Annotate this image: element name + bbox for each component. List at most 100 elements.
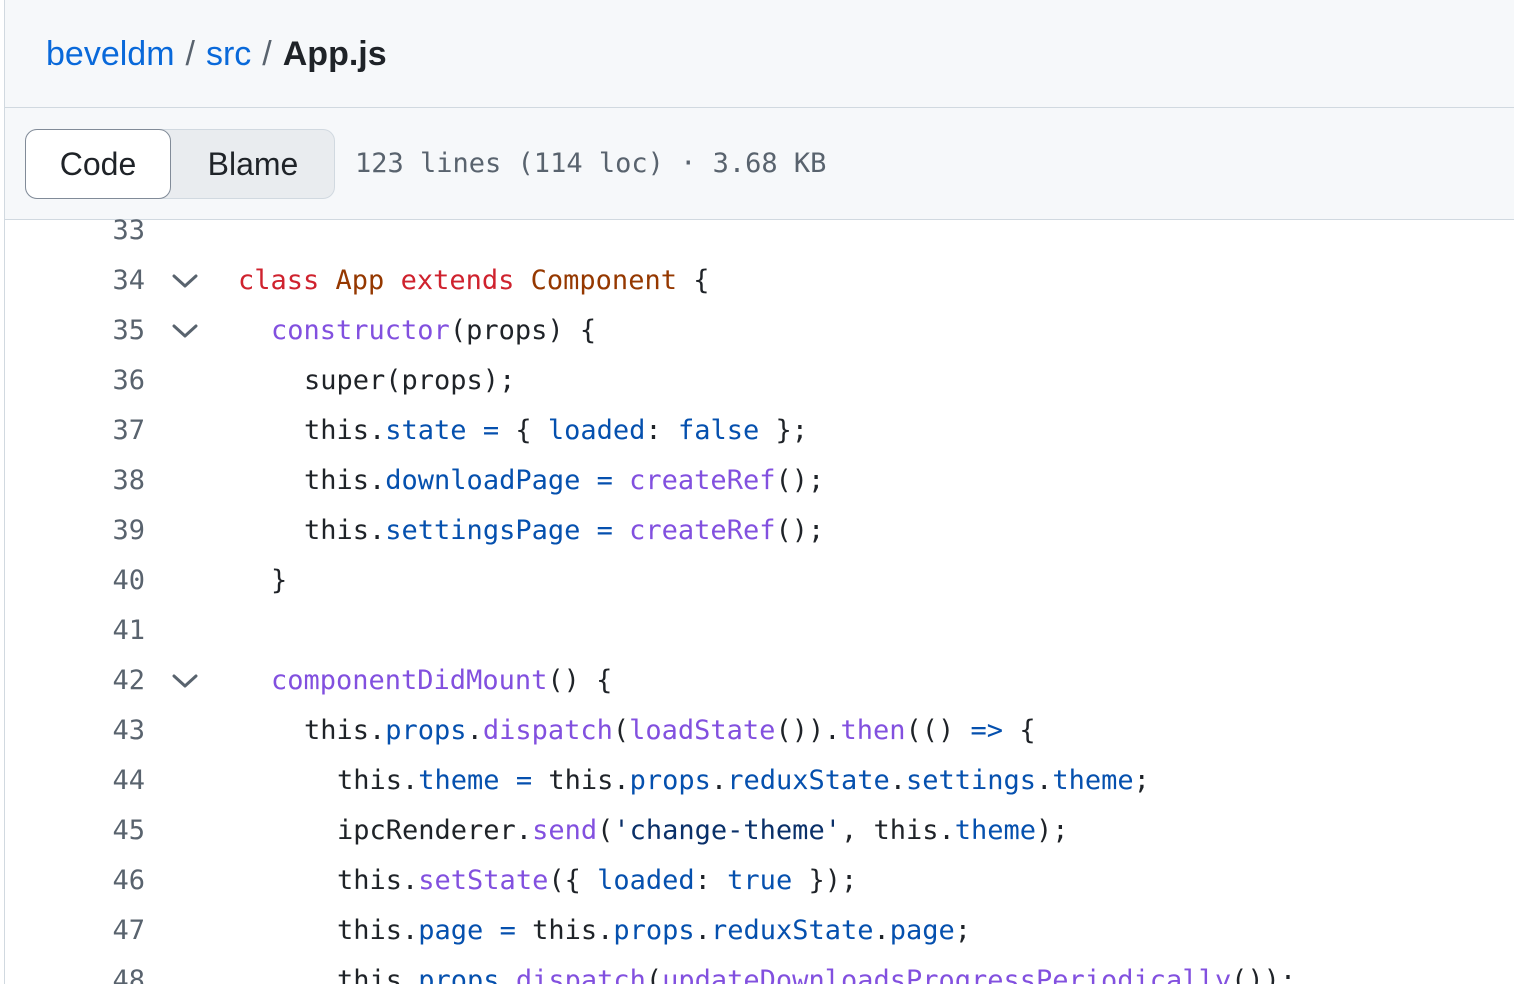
code-line: 38 this.downloadPage = createRef(); xyxy=(5,456,1514,506)
line-number[interactable]: 47 xyxy=(65,906,145,956)
code-token: this. xyxy=(337,865,419,896)
code-token: this. xyxy=(304,415,386,446)
code-token: { xyxy=(676,265,710,296)
code-token: theme xyxy=(418,765,500,796)
line-code: ipcRenderer.send('change-theme', this.th… xyxy=(337,806,1069,856)
line-code: this.theme = this.props.reduxState.setti… xyxy=(337,756,1150,806)
code-token: ( xyxy=(645,965,663,984)
line-number[interactable]: 44 xyxy=(65,756,145,806)
code-token: false xyxy=(677,415,760,446)
code-token: true xyxy=(727,865,793,896)
chevron-down-icon[interactable] xyxy=(171,669,199,693)
code-token: state xyxy=(385,415,467,446)
code-token: this. xyxy=(304,465,386,496)
code-token: . xyxy=(710,765,728,796)
code-token: page xyxy=(418,915,484,946)
line-number[interactable]: 34 xyxy=(65,256,145,306)
code-token: } xyxy=(271,565,288,596)
line-number[interactable]: 46 xyxy=(65,856,145,906)
breadcrumb-separator: / xyxy=(185,34,195,73)
file-meta: 123 lines (114 loc) · 3.68 KB xyxy=(355,148,827,179)
breadcrumb-folder-link[interactable]: src xyxy=(206,35,251,74)
code-line: 48 this.props.dispatch(updateDownloadsPro… xyxy=(5,956,1514,984)
line-code: this.page = this.props.reduxState.page; xyxy=(337,906,971,956)
code-token: ; xyxy=(1133,765,1150,796)
code-token: reduxState xyxy=(710,915,874,946)
code-token: : xyxy=(645,415,678,446)
code-token: props xyxy=(418,965,500,984)
blame-button[interactable]: Blame xyxy=(172,130,334,198)
code-token: this. xyxy=(337,765,419,796)
line-number[interactable]: 43 xyxy=(65,706,145,756)
code-button[interactable]: Code xyxy=(25,129,171,199)
line-number[interactable]: 48 xyxy=(65,956,145,984)
code-token: loaded xyxy=(597,865,695,896)
line-number[interactable]: 36 xyxy=(65,356,145,406)
code-token: page xyxy=(889,915,955,946)
code-line: 41 xyxy=(5,606,1514,656)
line-code: class App extends Component { xyxy=(238,256,709,306)
code-token: this. xyxy=(337,965,419,984)
code-token: }); xyxy=(792,865,858,896)
code-token: componentDidMount xyxy=(271,665,548,696)
line-code: this.props.dispatch(loadState()).then(()… xyxy=(304,706,1036,756)
code-token: then xyxy=(840,715,906,746)
code-token: ipcRenderer. xyxy=(337,815,533,846)
header-divider xyxy=(5,107,1514,108)
code-token: . xyxy=(466,715,483,746)
code-token: (); xyxy=(775,515,825,546)
line-number[interactable]: 45 xyxy=(65,806,145,856)
code-token: { xyxy=(1003,715,1036,746)
chevron-down-icon[interactable] xyxy=(171,319,199,343)
code-token: . xyxy=(694,915,711,946)
code-token: = xyxy=(596,465,613,496)
line-number[interactable]: 38 xyxy=(65,456,145,506)
line-number[interactable]: 40 xyxy=(65,556,145,606)
breadcrumb-file-name: App.js xyxy=(282,34,387,73)
code-line: 34 class App extends Component { xyxy=(5,256,1514,306)
line-code: super(props); xyxy=(304,356,515,406)
line-code: this.state = { loaded: false }; xyxy=(304,406,808,456)
code-token: = xyxy=(596,515,613,546)
code-token: 'change-theme' xyxy=(613,815,841,846)
code-token: () { xyxy=(547,665,613,696)
code-token: . xyxy=(873,915,890,946)
code-token: extends xyxy=(400,265,515,296)
line-code: this.downloadPage = createRef(); xyxy=(304,456,824,506)
code-token: theme xyxy=(954,815,1037,846)
chevron-down-icon[interactable] xyxy=(171,269,199,293)
code-token: this. xyxy=(532,765,630,796)
line-number[interactable]: 37 xyxy=(65,406,145,456)
code-token: => xyxy=(970,715,1004,746)
breadcrumb-repo-link[interactable]: beveldm xyxy=(46,35,175,74)
line-number[interactable]: 41 xyxy=(65,606,145,656)
line-number[interactable]: 42 xyxy=(65,656,145,706)
code-token: dispatch xyxy=(515,965,646,984)
code-line: 33 xyxy=(5,206,1514,256)
code-token: props xyxy=(629,765,711,796)
code-line: 46 this.setState({ loaded: true }); xyxy=(5,856,1514,906)
code-token: ( xyxy=(612,715,630,746)
code-token: = xyxy=(515,765,533,796)
code-token: { xyxy=(499,415,548,446)
line-number[interactable]: 39 xyxy=(65,506,145,556)
code-line: 47 this.page = this.props.reduxState.page… xyxy=(5,906,1514,956)
code-token: this. xyxy=(515,915,614,946)
code-token: this. xyxy=(304,715,386,746)
code-token: settings xyxy=(906,765,1037,796)
code-line: 35 constructor(props) { xyxy=(5,306,1514,356)
line-number[interactable]: 35 xyxy=(65,306,145,356)
code-view: 33 34 class App extends Component {35 const… xyxy=(5,206,1514,984)
line-number[interactable]: 33 xyxy=(65,206,145,256)
code-token: class xyxy=(238,265,320,296)
code-token: }; xyxy=(759,415,808,446)
code-token: loadState xyxy=(629,715,776,746)
code-token: this. xyxy=(304,515,386,546)
code-token: dispatch xyxy=(482,715,613,746)
